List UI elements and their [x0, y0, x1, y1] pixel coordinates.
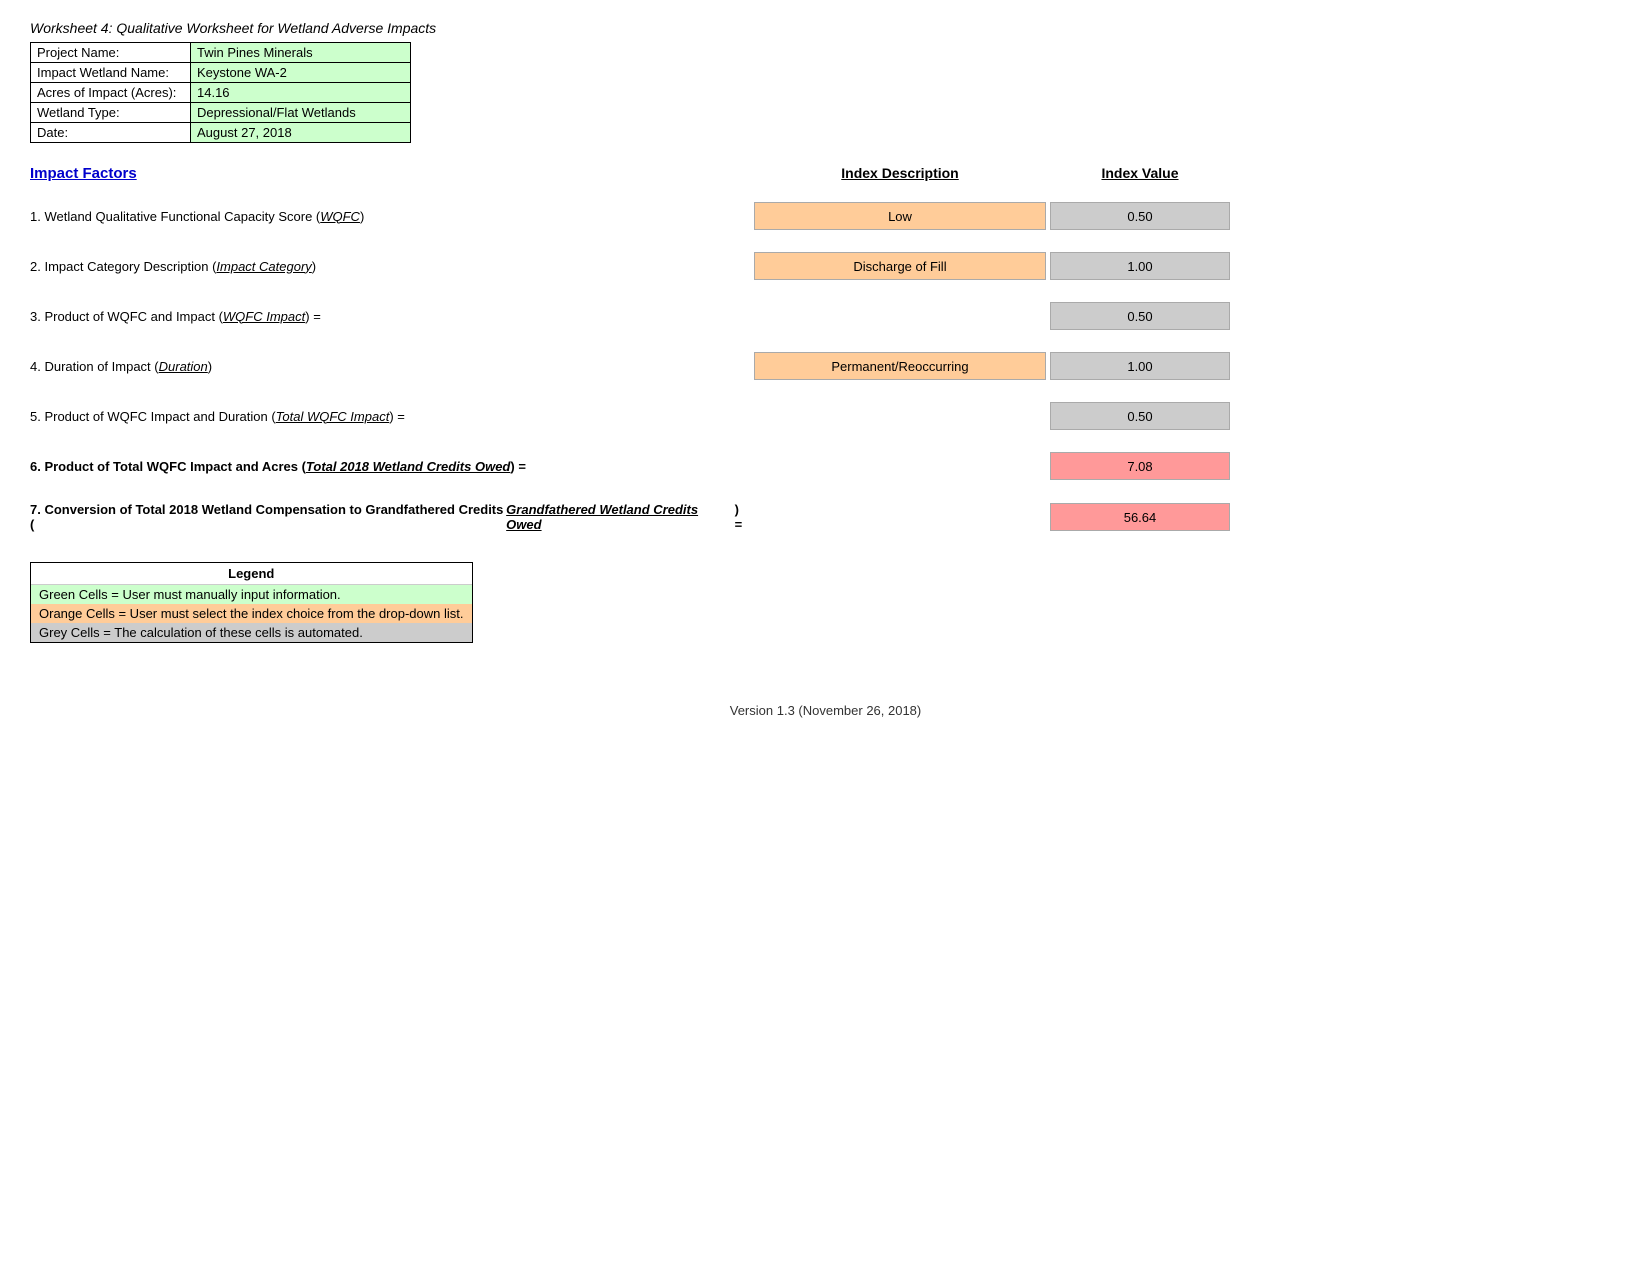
index-desc-7 [754, 503, 1046, 531]
main-content: Impact Factors Index Description Index V… [30, 161, 1230, 550]
index-value-3: 0.50 [1050, 302, 1230, 330]
index-value-4: 1.00 [1050, 352, 1230, 380]
info-value: 14.16 [191, 83, 411, 103]
impact-factors-header: Impact Factors [30, 165, 750, 182]
impact-label-3: 3. Product of WQFC and Impact (WQFC Impa… [30, 305, 750, 328]
index-desc-5 [754, 402, 1046, 430]
impact-row-1: 1. Wetland Qualitative Functional Capaci… [30, 198, 1230, 234]
impact-row-7: 7. Conversion of Total 2018 Wetland Comp… [30, 498, 1230, 536]
info-value: August 27, 2018 [191, 123, 411, 143]
legend-section: Legend Green Cells = User must manually … [30, 562, 473, 643]
legend-item: Orange Cells = User must select the inde… [31, 604, 472, 623]
index-value-2: 1.00 [1050, 252, 1230, 280]
impact-label-7: 7. Conversion of Total 2018 Wetland Comp… [30, 498, 750, 536]
info-label: Acres of Impact (Acres): [31, 83, 191, 103]
info-value: Keystone WA-2 [191, 63, 411, 83]
footer: Version 1.3 (November 26, 2018) [30, 703, 1621, 718]
info-label: Date: [31, 123, 191, 143]
index-value-6: 7.08 [1050, 452, 1230, 480]
index-desc-2[interactable]: Discharge of Fill [754, 252, 1046, 280]
impact-rows: 1. Wetland Qualitative Functional Capaci… [30, 198, 1230, 550]
legend-item: Grey Cells = The calculation of these ce… [31, 623, 472, 642]
impact-row-2: 2. Impact Category Description (Impact C… [30, 248, 1230, 284]
impact-label-6: 6. Product of Total WQFC Impact and Acre… [30, 455, 750, 478]
impact-row-5: 5. Product of WQFC Impact and Duration (… [30, 398, 1230, 434]
index-desc-3 [754, 302, 1046, 330]
index-desc-4[interactable]: Permanent/Reoccurring [754, 352, 1046, 380]
info-row: Date:August 27, 2018 [31, 123, 411, 143]
impact-row-4: 4. Duration of Impact (Duration)Permanen… [30, 348, 1230, 384]
legend-item: Green Cells = User must manually input i… [31, 585, 472, 604]
info-label: Impact Wetland Name: [31, 63, 191, 83]
info-row: Project Name:Twin Pines Minerals [31, 43, 411, 63]
legend-title: Legend [31, 563, 472, 585]
impact-label-4: 4. Duration of Impact (Duration) [30, 355, 750, 378]
index-value-5: 0.50 [1050, 402, 1230, 430]
impact-label-1: 1. Wetland Qualitative Functional Capaci… [30, 205, 750, 228]
index-desc-6 [754, 452, 1046, 480]
index-value-header: Index Value [1050, 165, 1230, 190]
index-value-7: 56.64 [1050, 503, 1230, 531]
project-info-table: Project Name:Twin Pines MineralsImpact W… [30, 42, 411, 143]
legend-items: Green Cells = User must manually input i… [31, 585, 472, 642]
worksheet-title: Worksheet 4: Qualitative Worksheet for W… [30, 20, 1621, 36]
info-row: Impact Wetland Name:Keystone WA-2 [31, 63, 411, 83]
info-value: Twin Pines Minerals [191, 43, 411, 63]
column-headers: Impact Factors Index Description Index V… [30, 161, 1230, 194]
info-row: Wetland Type:Depressional/Flat Wetlands [31, 103, 411, 123]
index-description-header: Index Description [750, 165, 1050, 190]
info-value: Depressional/Flat Wetlands [191, 103, 411, 123]
index-value-1: 0.50 [1050, 202, 1230, 230]
impact-label-5: 5. Product of WQFC Impact and Duration (… [30, 405, 750, 428]
info-label: Wetland Type: [31, 103, 191, 123]
impact-row-6: 6. Product of Total WQFC Impact and Acre… [30, 448, 1230, 484]
info-row: Acres of Impact (Acres):14.16 [31, 83, 411, 103]
impact-row-3: 3. Product of WQFC and Impact (WQFC Impa… [30, 298, 1230, 334]
index-desc-1[interactable]: Low [754, 202, 1046, 230]
impact-label-2: 2. Impact Category Description (Impact C… [30, 255, 750, 278]
info-label: Project Name: [31, 43, 191, 63]
